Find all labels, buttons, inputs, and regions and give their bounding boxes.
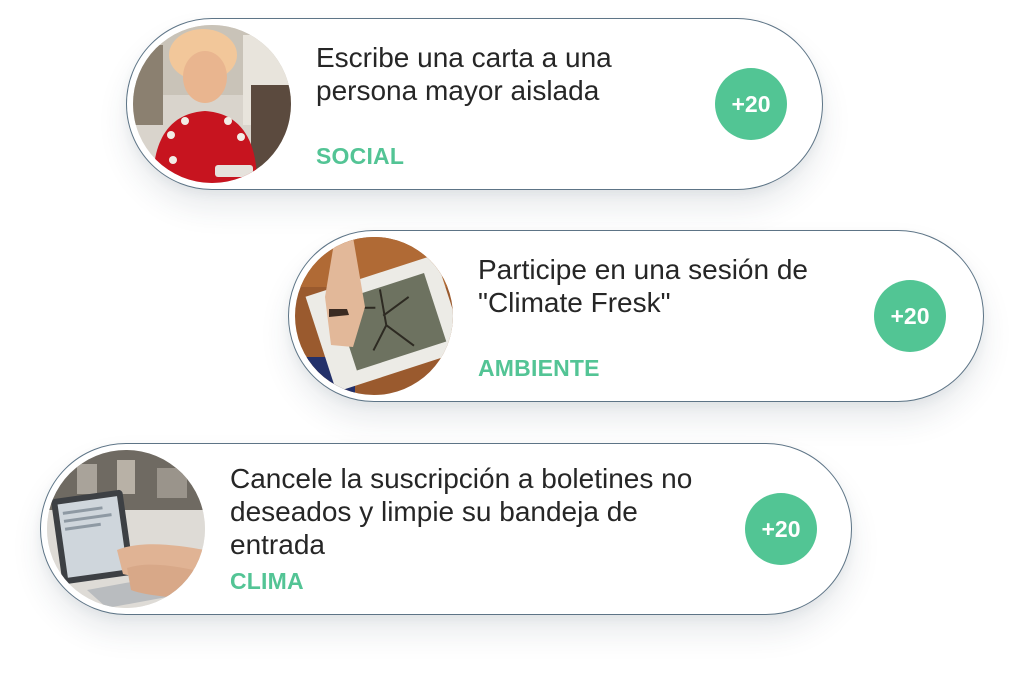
task-category: AMBIENTE <box>478 355 600 381</box>
task-title: Cancele la suscripción a boletines no de… <box>230 463 693 560</box>
task-title: Escribe una carta a una persona mayor ai… <box>316 42 612 106</box>
task-card-clima[interactable]: Cancele la suscripción a boletines no de… <box>40 443 852 615</box>
task-card-social[interactable]: Escribe una carta a una persona mayor ai… <box>126 18 823 190</box>
points-badge: +20 <box>715 68 787 140</box>
laptop-typing-photo <box>47 450 205 608</box>
task-category: CLIMA <box>230 568 304 594</box>
task-title: Participe en una sesión de "Climate Fres… <box>478 254 808 318</box>
climate-fresk-card-photo <box>295 237 453 395</box>
elderly-woman-photo <box>133 25 291 183</box>
task-card-ambiente[interactable]: Participe en una sesión de "Climate Fres… <box>288 230 984 402</box>
points-badge: +20 <box>745 493 817 565</box>
task-list: Escribe una carta a una persona mayor ai… <box>0 0 1024 678</box>
points-badge: +20 <box>874 280 946 352</box>
task-category: SOCIAL <box>316 143 405 169</box>
